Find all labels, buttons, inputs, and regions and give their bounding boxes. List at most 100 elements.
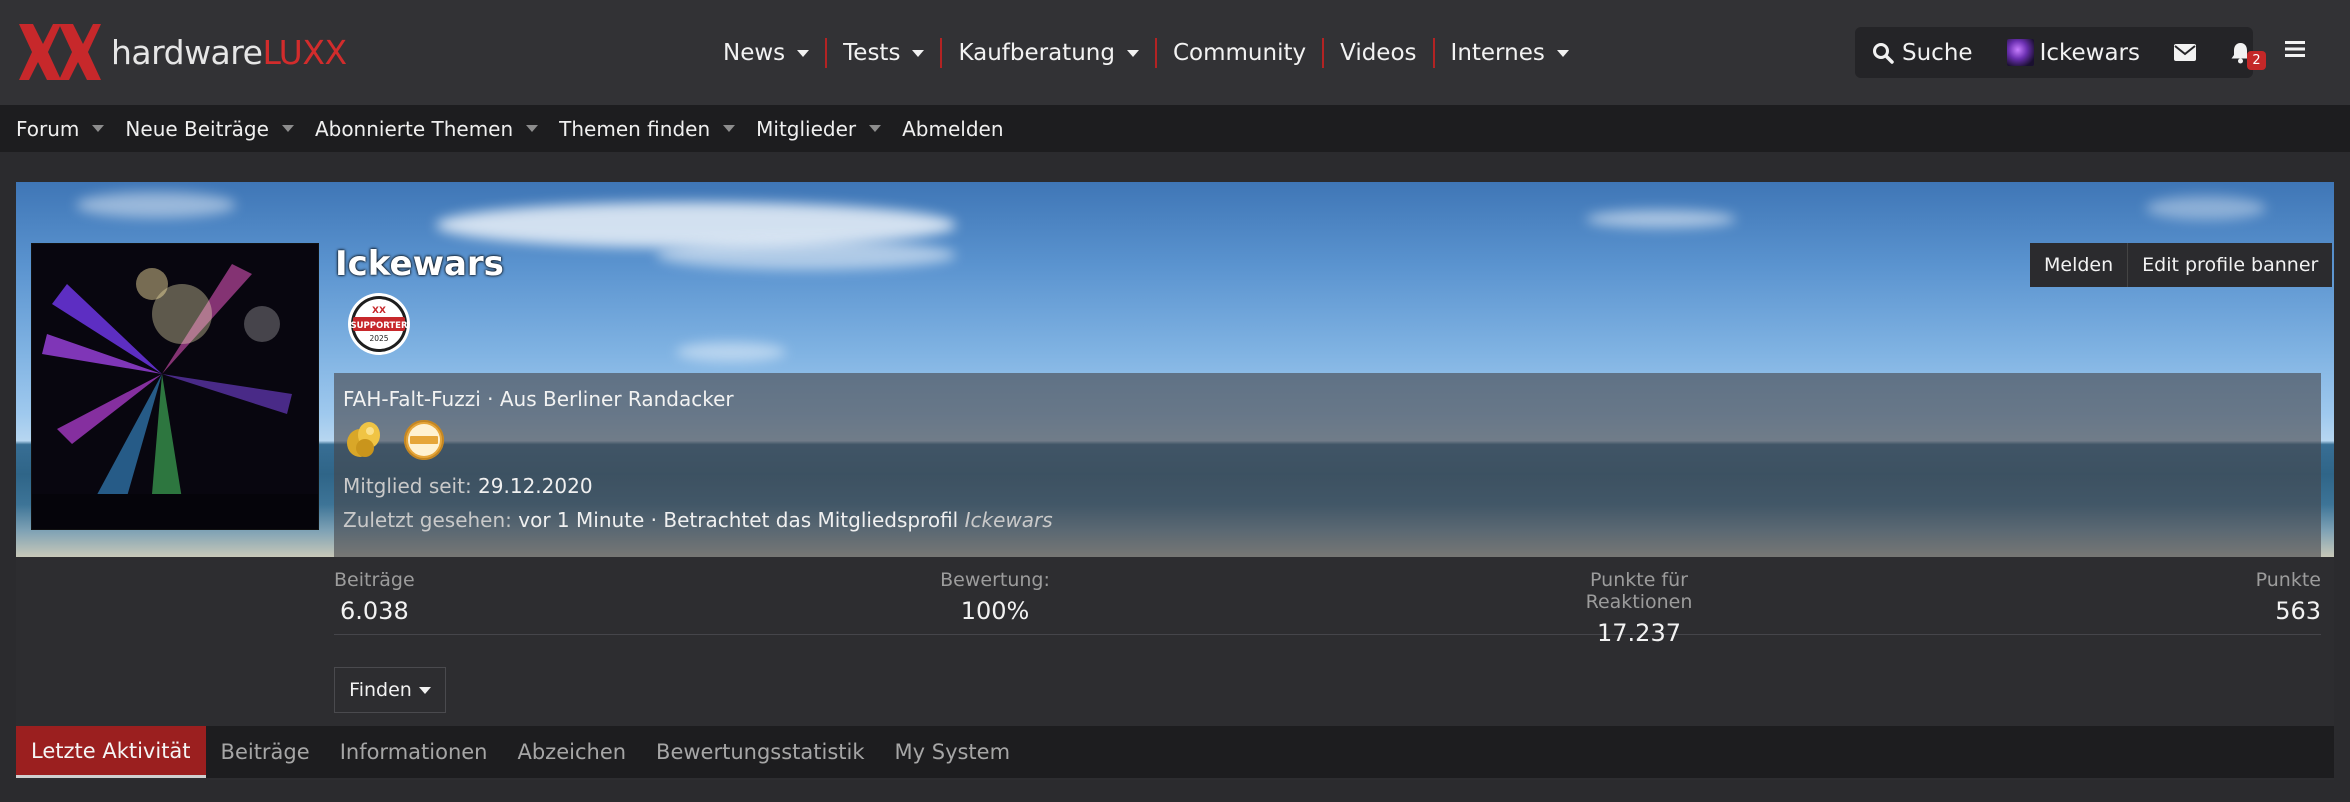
tab-latest-activity[interactable]: Letzte Aktivität <box>16 726 206 778</box>
supporter-badge-top: XX <box>372 306 386 316</box>
user-title: FAH-Falt-Fuzzi · Aus Berliner Randacker <box>343 387 734 411</box>
tab-my-system[interactable]: My System <box>880 726 1026 778</box>
subnav-themen-finden-label: Themen finden <box>559 116 711 141</box>
stat-reaction-score[interactable]: Punkte für Reaktionen 17.237 <box>1534 557 1744 647</box>
nav-community-label: Community <box>1172 40 1307 66</box>
nav-kaufberatung-label: Kaufberatung <box>958 40 1115 66</box>
tab-rating-stats[interactable]: Bewertungsstatistik <box>641 726 879 778</box>
profile-stats: Beiträge 6.038 Bewertung: 100% Punkte fü… <box>334 557 2321 647</box>
stat-points[interactable]: Punkte 563 <box>2256 557 2321 635</box>
member-profile: Ickewars XX SUPPORTER 2025 Melden Edit p… <box>16 182 2334 780</box>
profile-avatar[interactable] <box>31 243 319 530</box>
report-button[interactable]: Melden <box>2030 243 2128 287</box>
banner-cloud <box>676 342 786 362</box>
subnav-abmelden-label: Abmelden <box>902 116 1004 141</box>
last-seen-value: vor 1 Minute · Betrachtet das Mitgliedsp… <box>518 508 959 532</box>
forum-subnav: Forum Neue Beiträge Abonnierte Themen Th… <box>0 105 2350 152</box>
stat-reaction-score-value: 17.237 <box>1597 619 1681 647</box>
stat-posts-value: 6.038 <box>340 597 409 625</box>
tab-trophies[interactable]: Abzeichen <box>502 726 641 778</box>
last-seen-target-link[interactable]: Ickewars <box>965 508 1053 532</box>
gold-medal-icon[interactable] <box>401 418 447 462</box>
subnav-themen-finden[interactable]: Themen finden <box>559 116 736 141</box>
supporter-badge: XX SUPPORTER 2025 <box>343 291 415 361</box>
subnav-abonnierte-themen[interactable]: Abonnierte Themen <box>315 117 539 141</box>
main-navigation: News Tests Kaufberatung Community Videos… <box>707 30 1585 76</box>
subnav-forum-label: Forum <box>16 116 80 141</box>
chevron-down-icon <box>912 49 925 57</box>
chevron-down-icon <box>1126 49 1139 57</box>
edit-profile-banner-button[interactable]: Edit profile banner <box>2127 243 2333 287</box>
banner-cloud <box>656 240 956 270</box>
site-header: hardwareLUXX News Tests Kaufberatung Com… <box>0 0 2350 105</box>
chevron-down-icon <box>418 686 431 694</box>
supporter-badge-text: SUPPORTER <box>350 321 407 331</box>
nav-internes-label: Internes <box>1450 40 1545 66</box>
user-toolbar: Suche Ickewars 2 <box>1855 27 2266 78</box>
profile-actions: Melden Edit profile banner <box>2030 243 2333 287</box>
banner-cloud <box>76 192 236 218</box>
nav-kaufberatung[interactable]: Kaufberatung <box>942 38 1155 68</box>
subnav-forum[interactable]: Forum <box>16 116 105 141</box>
banner-cloud <box>1586 210 1736 228</box>
subnav-mitglieder-label: Mitglieder <box>756 116 857 141</box>
chevron-down-icon <box>723 125 736 132</box>
alerts-button[interactable]: 2 <box>2213 27 2268 78</box>
member-since: Mitglied seit: 29.12.2020 <box>343 474 593 498</box>
laser-show-avatar-image <box>32 244 318 529</box>
nav-videos-label: Videos <box>1340 40 1417 66</box>
hamburger-icon <box>2285 41 2305 57</box>
tab-about[interactable]: Informationen <box>325 726 503 778</box>
envelope-icon <box>2174 44 2196 61</box>
stat-reaction-score-label: Punkte für Reaktionen <box>1585 569 1693 613</box>
nav-internes[interactable]: Internes <box>1435 38 1585 68</box>
subnav-abmelden[interactable]: Abmelden <box>902 117 1003 141</box>
chevron-down-icon <box>526 125 539 132</box>
site-logo-text: hardwareLUXX <box>111 33 347 72</box>
stat-points-value: 563 <box>2275 597 2321 625</box>
chevron-down-icon <box>281 125 294 132</box>
last-seen-label: Zuletzt gesehen: <box>343 508 512 532</box>
member-since-value: 29.12.2020 <box>478 474 593 498</box>
chevron-down-icon <box>797 49 810 57</box>
nav-videos[interactable]: Videos <box>1324 38 1432 68</box>
logo-text-luxx: LUXX <box>262 32 347 72</box>
stat-rating-label: Bewertung: <box>940 569 1050 591</box>
nav-news-label: News <box>723 40 786 66</box>
nav-community[interactable]: Community <box>1157 38 1322 68</box>
stat-rating-value: 100% <box>960 597 1030 625</box>
user-account-menu[interactable]: Ickewars <box>1990 27 2157 78</box>
stat-posts[interactable]: Beiträge 6.038 <box>334 557 415 635</box>
menu-button[interactable] <box>2285 40 2305 62</box>
chevron-down-icon <box>869 125 882 132</box>
profile-tabs: Letzte Aktivität Beiträge Informationen … <box>16 726 2334 778</box>
banner-cloud <box>2146 196 2266 220</box>
find-content-label: Finden <box>349 679 412 701</box>
search-label: Suche <box>1902 39 1973 66</box>
search-button[interactable]: Suche <box>1855 27 1990 78</box>
stat-points-label: Punkte <box>2255 569 2321 591</box>
supporter-badge-year: 2025 <box>369 334 388 343</box>
alerts-count-badge: 2 <box>2247 51 2266 70</box>
site-logo[interactable]: hardwareLUXX <box>17 22 347 82</box>
nav-tests[interactable]: Tests <box>827 38 940 68</box>
logo-text-hardware: hardware <box>111 32 263 72</box>
subnav-neue-beitraege-label: Neue Beiträge <box>125 116 269 141</box>
gold-nugget-icon[interactable] <box>343 418 387 462</box>
subnav-neue-beitraege[interactable]: Neue Beiträge <box>125 117 294 141</box>
subnav-mitglieder[interactable]: Mitglieder <box>756 116 882 141</box>
tab-posts[interactable]: Beiträge <box>206 726 325 778</box>
profile-info-box: FAH-Falt-Fuzzi · Aus Berliner Randacker … <box>334 373 2321 557</box>
trophy-list <box>343 418 447 462</box>
nav-news[interactable]: News <box>707 38 825 68</box>
stat-rating: Bewertung: 100% <box>925 557 1065 635</box>
xx-logo-icon <box>19 24 101 80</box>
member-since-label: Mitglied seit: <box>343 474 472 498</box>
profile-username: Ickewars <box>335 244 504 284</box>
stat-posts-label: Beiträge <box>334 569 415 591</box>
account-username: Ickewars <box>2039 39 2140 66</box>
find-content-button[interactable]: Finden <box>334 667 446 713</box>
chevron-down-icon <box>1556 49 1569 57</box>
nav-tests-label: Tests <box>843 40 901 66</box>
inbox-button[interactable] <box>2157 27 2213 78</box>
